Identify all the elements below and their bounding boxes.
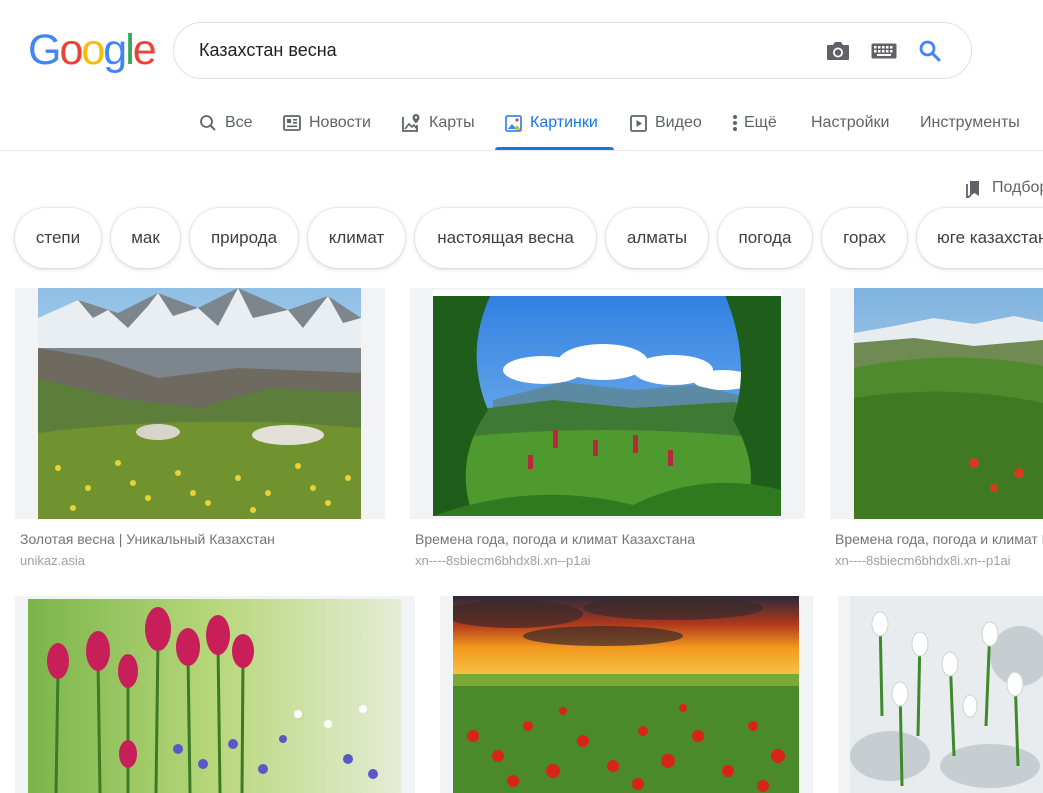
- chip-label: алматы: [626, 228, 688, 247]
- result-title[interactable]: Золотая весна | Уникальный Казахстан: [20, 531, 385, 547]
- result-source[interactable]: xn----8sbiecm6bhdx8i.xn--p1ai: [415, 553, 805, 568]
- search-box[interactable]: [173, 22, 972, 79]
- collections-label: Подборки: [992, 179, 1043, 196]
- logo-letter: e: [132, 26, 157, 74]
- thumbnail-image[interactable]: [28, 599, 401, 793]
- chip-label: мак: [131, 228, 160, 247]
- tab-label: Картинки: [530, 114, 598, 131]
- tab-label: Новости: [309, 114, 371, 131]
- result-source[interactable]: unikaz.asia: [20, 553, 385, 568]
- thumbnail-image[interactable]: [854, 288, 1043, 519]
- thumbnail-frame: [830, 288, 1043, 519]
- result-title[interactable]: Времена года, погода и климат Казахстана: [835, 531, 1043, 547]
- image-icon: [505, 114, 522, 132]
- thumbnail-image[interactable]: [453, 596, 799, 793]
- thumbnail-frame: [15, 596, 415, 793]
- chip-poppy[interactable]: мак: [111, 208, 180, 268]
- logo-letter: G: [28, 26, 61, 74]
- map-pin-icon: [401, 113, 421, 133]
- tab-images[interactable]: Картинки: [495, 96, 614, 150]
- chip-steppe[interactable]: степи: [15, 208, 101, 268]
- logo-letter: o: [81, 26, 105, 74]
- google-logo[interactable]: Google: [28, 26, 157, 74]
- chip-mountains[interactable]: горах: [822, 208, 907, 268]
- search-icon[interactable]: [907, 31, 953, 71]
- keyboard-icon[interactable]: [861, 31, 907, 71]
- result-source[interactable]: xn----8sbiecm6bhdx8i.xn--p1ai: [835, 553, 1043, 568]
- result-title[interactable]: Времена года, погода и климат Казахстана: [415, 531, 805, 547]
- bookmark-icon: [966, 181, 979, 198]
- chip-label: юге казахстана: [937, 228, 1043, 247]
- newspaper-icon: [283, 115, 301, 131]
- search-tabs: Все Новости Карты Картинки Видео Ещё Нас…: [0, 96, 1043, 151]
- tab-settings[interactable]: Настройки: [811, 96, 889, 150]
- chip-label: горах: [843, 228, 886, 247]
- thumbnail-image[interactable]: [38, 288, 361, 519]
- logo-letter: o: [59, 26, 83, 74]
- camera-icon[interactable]: [815, 31, 861, 71]
- thumbnail-frame: [440, 596, 813, 793]
- chip-south-kazakhstan[interactable]: юге казахстана: [917, 208, 1043, 268]
- chip-label: настоящая весна: [437, 228, 574, 247]
- chip-label: климат: [328, 228, 385, 247]
- tab-label: Настройки: [811, 114, 890, 131]
- tab-news[interactable]: Новости: [283, 96, 371, 150]
- play-icon: [630, 114, 647, 132]
- chip-label: погода: [738, 228, 792, 247]
- chip-label: степи: [35, 228, 81, 247]
- thumbnail-image[interactable]: [433, 290, 781, 516]
- thumbnail-frame: [410, 288, 805, 519]
- logo-letter: g: [103, 26, 127, 74]
- logo-letter: l: [125, 26, 134, 74]
- tab-maps[interactable]: Карты: [401, 96, 475, 150]
- tab-label: Инструменты: [920, 114, 1020, 131]
- tab-tools[interactable]: Инструменты: [920, 96, 1020, 150]
- thumbnail-frame: [15, 288, 385, 519]
- chip-nature[interactable]: природа: [190, 208, 298, 268]
- chip-weather[interactable]: погода: [718, 208, 812, 268]
- chip-label: природа: [210, 228, 278, 247]
- tab-all[interactable]: Все: [199, 96, 253, 150]
- magnifier-icon: [199, 114, 217, 132]
- chip-real-spring[interactable]: настоящая весна: [415, 208, 596, 268]
- tab-label: Видео: [655, 114, 702, 131]
- tab-label: Ещё: [744, 114, 777, 131]
- thumbnail-frame: [838, 596, 1043, 793]
- tab-label: Все: [225, 114, 253, 131]
- tab-label: Карты: [429, 114, 475, 131]
- tab-video[interactable]: Видео: [630, 96, 702, 150]
- search-input[interactable]: [199, 40, 815, 61]
- chip-climate[interactable]: климат: [308, 208, 405, 268]
- collections-link[interactable]: Подборки: [965, 178, 1043, 198]
- chip-almaty[interactable]: алматы: [606, 208, 708, 268]
- tab-more[interactable]: Ещё: [732, 96, 777, 150]
- more-vert-icon: [732, 114, 738, 132]
- thumbnail-image[interactable]: [850, 596, 1043, 793]
